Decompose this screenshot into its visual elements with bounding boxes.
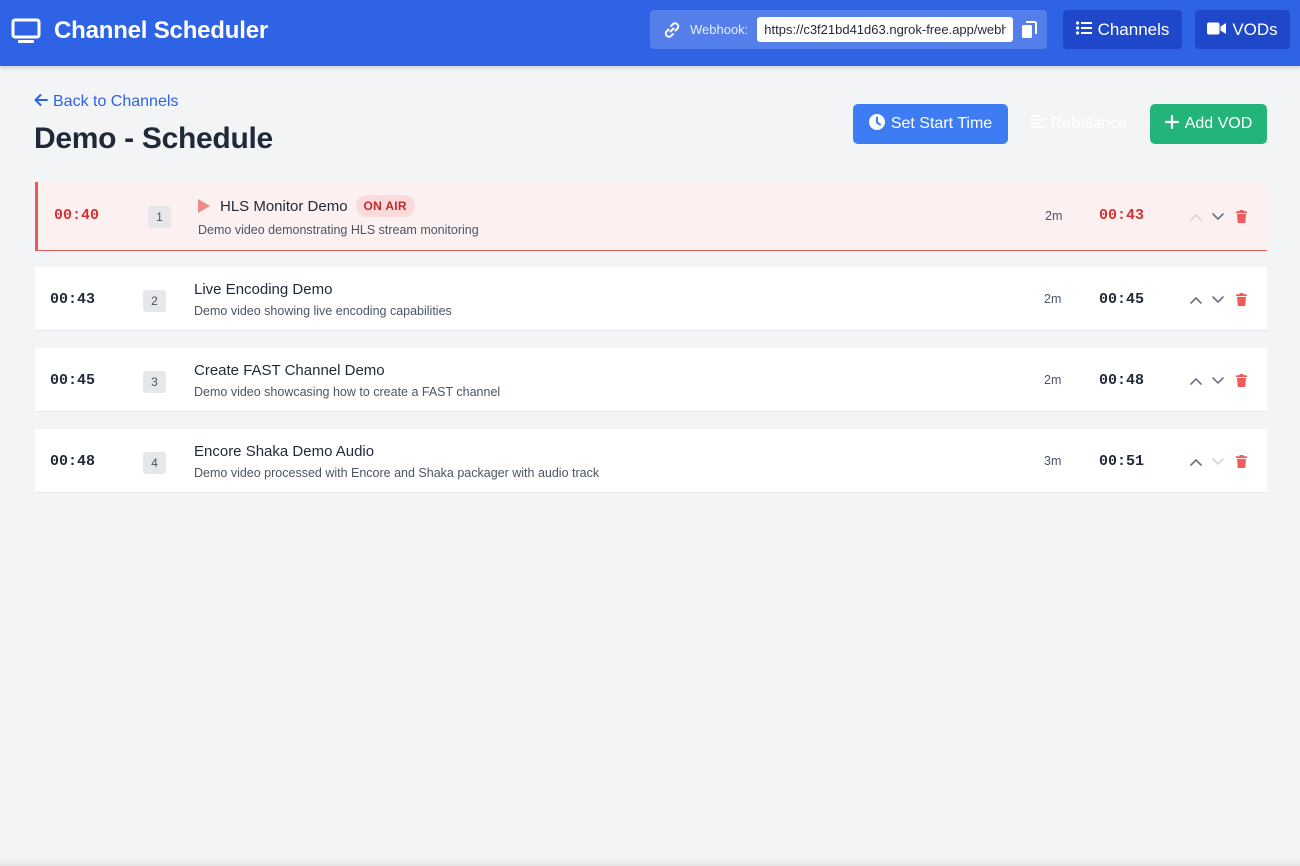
title-line: Encore Shaka Demo Audio — [194, 443, 374, 460]
link-icon — [662, 20, 682, 40]
monitor-icon — [10, 15, 42, 47]
set-start-time-button[interactable]: Set Start Time — [853, 104, 1008, 144]
position-badge: 4 — [143, 452, 166, 474]
start-time: 00:40 — [54, 207, 100, 224]
vod-title: Create FAST Channel Demo — [194, 362, 385, 379]
webhook-url-field[interactable] — [757, 17, 1014, 42]
move-up-icon[interactable] — [1188, 454, 1204, 470]
set-start-time-label: Set Start Time — [890, 115, 993, 132]
duration: 2m — [1044, 373, 1062, 387]
clock-icon — [868, 113, 885, 135]
title-line: Live Encoding Demo — [194, 281, 332, 298]
move-up-icon[interactable] — [1188, 373, 1204, 389]
rebalance-label: Rebalance — [1050, 115, 1128, 132]
window-bottom-edge — [0, 858, 1300, 866]
vod-description: Demo video processed with Encore and Sha… — [194, 466, 600, 480]
video-camera-icon — [1207, 20, 1227, 40]
start-time: 00:48 — [50, 453, 96, 470]
page-title: Demo - Schedule — [34, 122, 273, 155]
channels-nav-button[interactable]: Channels — [1063, 10, 1182, 49]
start-time: 00:43 — [50, 291, 96, 308]
end-time: 00:48 — [1099, 372, 1145, 389]
play-icon — [198, 199, 212, 213]
rebalance-button[interactable]: Rebalance — [1023, 104, 1135, 144]
start-time: 00:45 — [50, 372, 96, 389]
vods-nav-label: VODs — [1232, 19, 1278, 39]
move-down-icon[interactable] — [1210, 209, 1226, 225]
list-icon — [1075, 20, 1092, 40]
vod-title: HLS Monitor Demo — [220, 197, 348, 215]
move-up-icon[interactable] — [1188, 209, 1204, 225]
vods-nav-button[interactable]: VODs — [1195, 10, 1290, 49]
schedule-row[interactable]: 00:48 4 Encore Shaka Demo Audio Demo vid… — [35, 429, 1267, 493]
copy-icon[interactable] — [1019, 19, 1039, 41]
move-down-icon[interactable] — [1210, 454, 1226, 470]
align-lines-icon — [1030, 115, 1045, 133]
schedule-row[interactable]: 00:45 3 Create FAST Channel Demo Demo vi… — [35, 348, 1267, 412]
duration: 3m — [1044, 454, 1062, 468]
webhook-box: Webhook: — [650, 10, 1047, 49]
on-air-badge: ON AIR — [355, 195, 415, 217]
add-vod-button[interactable]: Add VOD — [1150, 104, 1267, 144]
trash-icon[interactable] — [1233, 372, 1249, 388]
title-line: HLS Monitor Demo ON AIR — [198, 195, 415, 217]
top-navbar: Channel Scheduler Webhook: Ch — [0, 0, 1300, 66]
webhook-label: Webhook: — [690, 22, 749, 37]
duration: 2m — [1045, 209, 1063, 223]
channels-nav-label: Channels — [1097, 19, 1170, 39]
move-down-icon[interactable] — [1210, 292, 1226, 308]
brand[interactable]: Channel Scheduler — [10, 14, 268, 48]
trash-icon[interactable] — [1233, 453, 1249, 469]
vod-title: Encore Shaka Demo Audio — [194, 443, 375, 460]
duration: 2m — [1044, 292, 1062, 306]
vod-description: Demo video demonstrating HLS stream moni… — [198, 223, 479, 237]
schedule-row[interactable]: 00:43 2 Live Encoding Demo Demo video sh… — [35, 267, 1267, 331]
end-time: 00:43 — [1099, 207, 1145, 224]
position-badge: 3 — [143, 371, 166, 393]
back-to-channels-link[interactable]: Back to Channels — [34, 92, 178, 112]
schedule-row-on-air[interactable]: 00:40 1 HLS Monitor Demo ON AIR Demo vid… — [35, 182, 1267, 251]
move-up-icon[interactable] — [1188, 292, 1204, 308]
back-link-label: Back to Channels — [53, 93, 179, 110]
move-down-icon[interactable] — [1210, 373, 1226, 389]
vod-title: Live Encoding Demo — [194, 281, 333, 298]
trash-icon[interactable] — [1233, 208, 1249, 224]
position-badge: 2 — [143, 290, 166, 312]
vod-description: Demo video showcasing how to create a FA… — [194, 385, 501, 399]
trash-icon[interactable] — [1233, 291, 1249, 307]
arrow-left-icon — [34, 93, 48, 112]
end-time: 00:45 — [1099, 291, 1145, 308]
add-vod-label: Add VOD — [1184, 115, 1253, 132]
end-time: 00:51 — [1099, 453, 1145, 470]
position-badge: 1 — [148, 206, 171, 228]
plus-icon — [1164, 114, 1179, 134]
title-line: Create FAST Channel Demo — [194, 362, 385, 379]
vod-description: Demo video showing live encoding capabil… — [194, 304, 452, 318]
app-title: Channel Scheduler — [54, 17, 268, 44]
